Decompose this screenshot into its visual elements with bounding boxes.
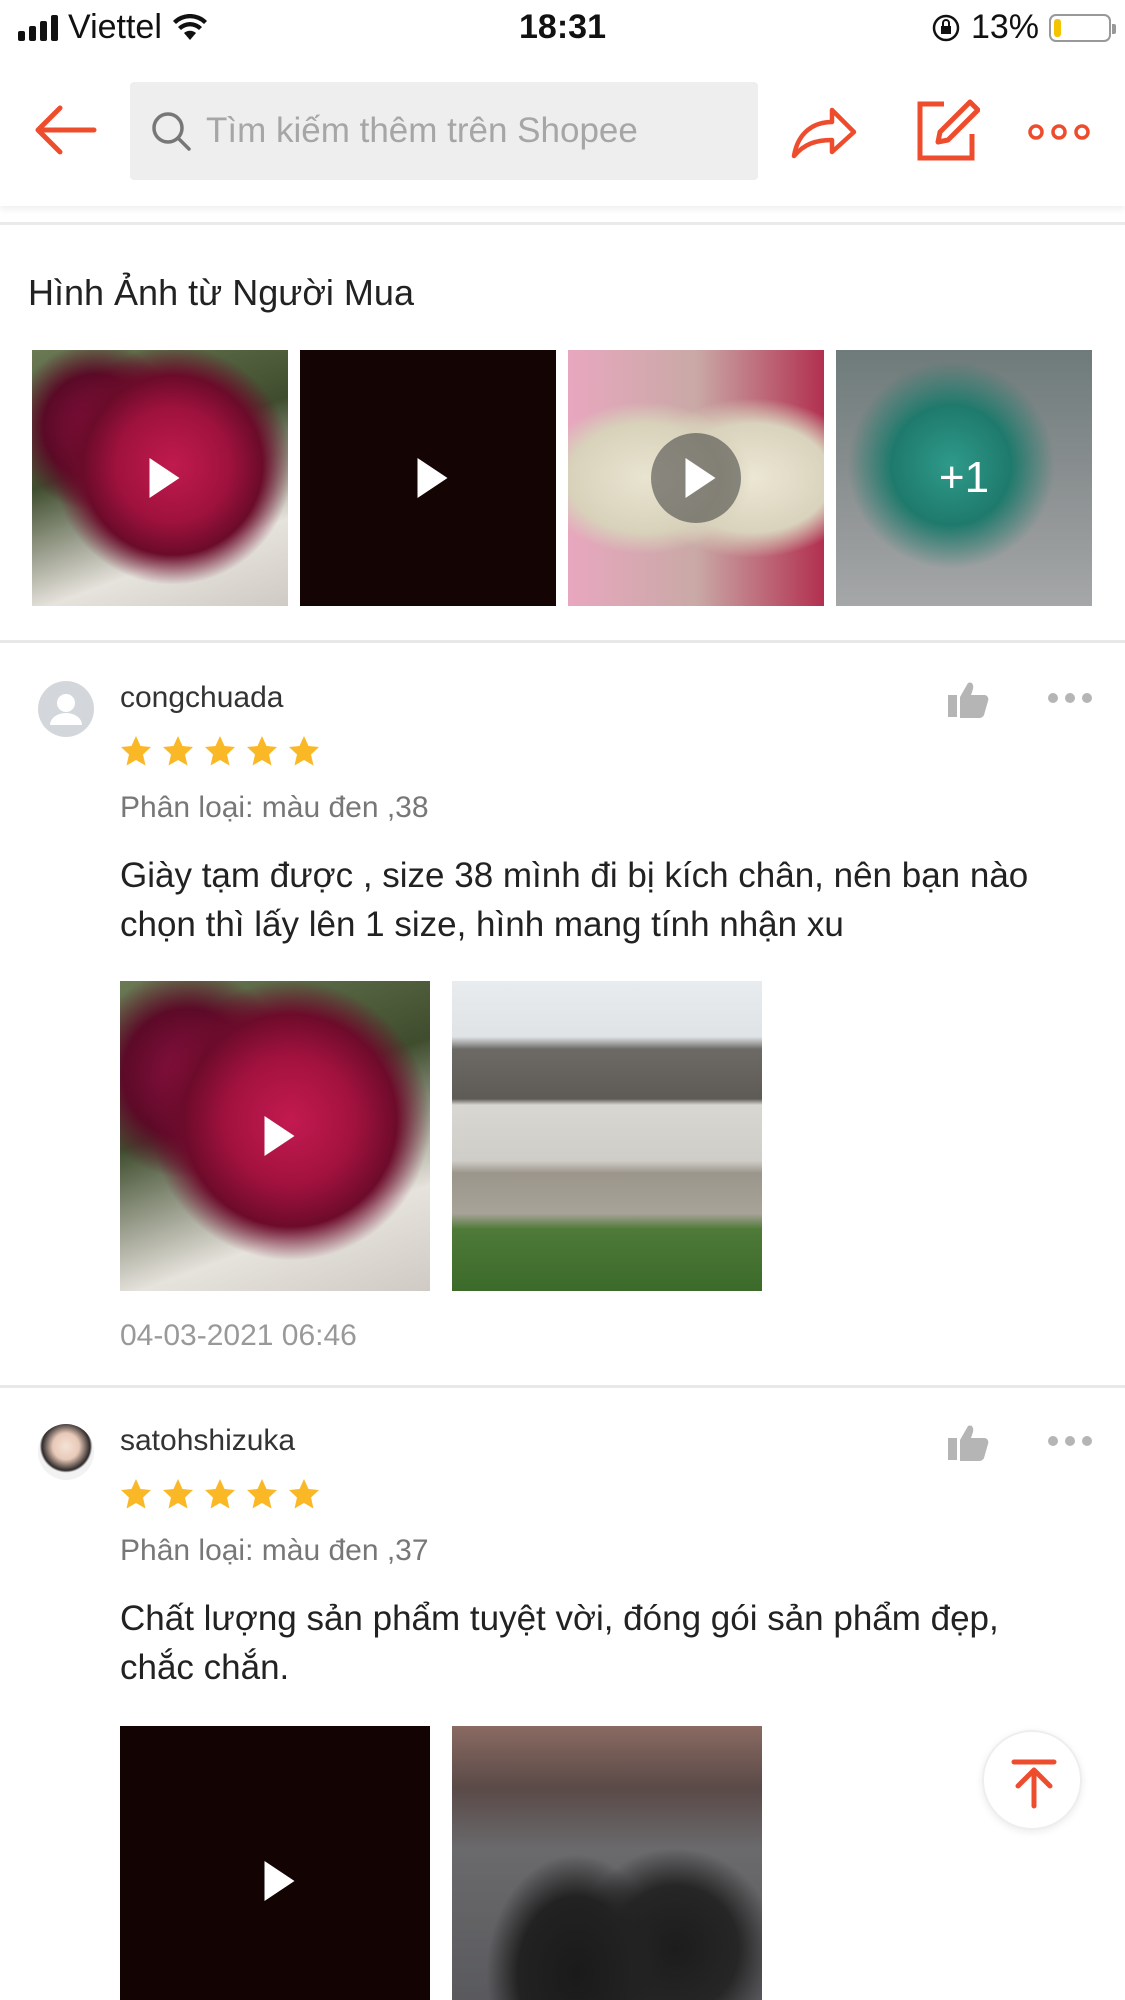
buyer-image-dark-video[interactable] (300, 350, 556, 606)
buyer-images-title: Hình Ảnh từ Người Mua (28, 272, 414, 313)
review-photo-shoes[interactable] (452, 1726, 762, 2000)
review-item: congchuada Phân loại: màu đen ,38 Giày t… (0, 643, 1125, 1383)
default-avatar-icon (50, 694, 82, 725)
back-arrow-icon[interactable] (30, 100, 100, 160)
more-dots-icon[interactable] (1026, 112, 1092, 152)
status-bar: Viettel 18:31 13% (0, 0, 1125, 58)
buyer-image-more[interactable]: +1 (836, 350, 1092, 606)
buyer-image-shoes-video[interactable] (568, 350, 824, 606)
status-right: 13% (931, 8, 1116, 47)
thumbs-up-icon[interactable] (946, 1422, 990, 1462)
avatar (38, 681, 94, 737)
thumbs-up-icon[interactable] (946, 679, 990, 719)
more-options-icon[interactable] (1046, 1434, 1094, 1448)
play-icon (264, 1861, 295, 1901)
buyer-image-rose-video[interactable] (32, 350, 288, 606)
play-icon (685, 458, 716, 498)
review-photos (120, 981, 762, 1291)
review-photo-rose-video[interactable] (120, 981, 430, 1291)
star-icon (289, 736, 319, 766)
star-icon (121, 736, 151, 766)
review-comment: Giày tạm được , size 38 mình đi bị kích … (120, 856, 1029, 944)
rating-stars (120, 735, 320, 767)
battery-percent: 13% (970, 8, 1039, 46)
search-icon (152, 112, 191, 151)
star-icon (247, 736, 277, 766)
star-icon (205, 1479, 235, 1509)
battery-icon (1049, 13, 1116, 42)
review-photo-dark-video[interactable] (120, 1726, 430, 2000)
battery-level (1054, 18, 1061, 37)
back-to-top-button[interactable] (982, 1730, 1082, 1830)
nav-bar: Tìm kiếm thêm trên Shopee (0, 60, 1125, 206)
divider (0, 222, 1125, 225)
review-variant: Phân loại: màu đen ,37 (120, 1534, 429, 1567)
search-input[interactable]: Tìm kiếm thêm trên Shopee (130, 82, 758, 180)
rotation-lock-icon (932, 14, 960, 41)
play-icon (264, 1116, 295, 1156)
star-icon (163, 736, 193, 766)
share-icon[interactable] (788, 98, 858, 168)
reviewer-username[interactable]: satohshizuka (120, 1424, 295, 1458)
edit-icon[interactable] (914, 98, 980, 164)
avatar (38, 1424, 94, 1480)
review-item: satohshizuka Phân loại: màu đen ,37 Chất… (0, 1388, 1125, 2000)
search-placeholder: Tìm kiếm thêm trên Shopee (206, 111, 638, 150)
star-icon (205, 736, 235, 766)
review-variant: Phân loại: màu đen ,38 (120, 791, 429, 824)
star-icon (163, 1479, 193, 1509)
review-timestamp: 04-03-2021 06:46 (120, 1319, 357, 1352)
star-icon (247, 1479, 277, 1509)
play-icon (417, 458, 448, 498)
star-icon (121, 1479, 151, 1509)
rating-stars (120, 1478, 320, 1510)
review-photo-house[interactable] (452, 981, 762, 1291)
review-comment: Chất lượng sản phẩm tuyệt vời, đóng gói … (120, 1599, 999, 1687)
play-icon (149, 458, 180, 498)
review-photos (120, 1726, 762, 2000)
more-options-icon[interactable] (1046, 691, 1094, 705)
star-icon (289, 1479, 319, 1509)
arrow-up-icon (1011, 1759, 1057, 1809)
reviewer-username[interactable]: congchuada (120, 681, 283, 715)
buyer-images-gallery: +1 (32, 350, 1092, 606)
more-images-count: +1 (938, 453, 990, 502)
